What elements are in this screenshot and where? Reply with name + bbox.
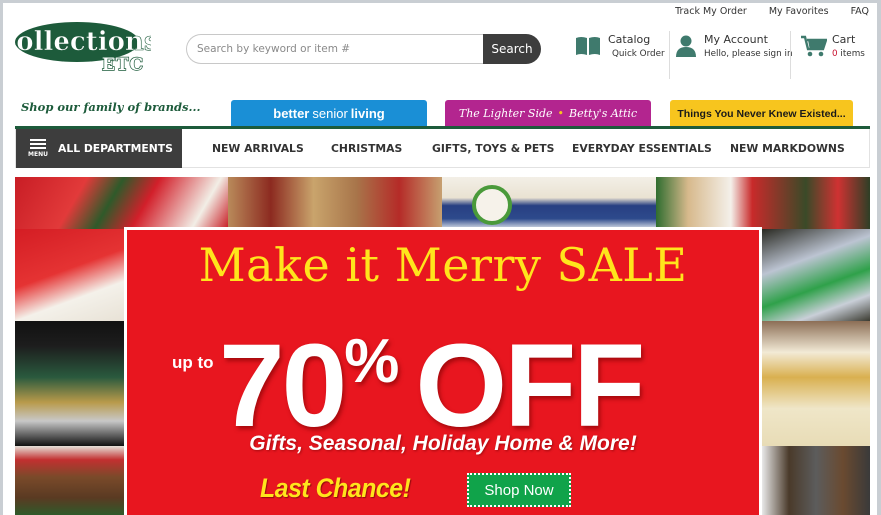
user-icon [676,35,696,57]
my-account[interactable]: My Account Hello, please sign in [676,33,793,61]
hero-banner[interactable]: Make it Merry SALE up to 70% OFF Gifts, S… [15,177,870,515]
promo-subline: Gifts, Seasonal, Holiday Home & More! [249,432,637,455]
penguin-photo [762,229,870,321]
catalog-subtitle: Quick Order [612,49,665,59]
brand-better-senior-living[interactable]: better senior living [231,100,427,127]
angel-photo [762,321,870,446]
brand-2-part2: Betty's Attic [569,107,638,120]
promo-up-to: up to [172,353,214,372]
santa-candycane-photo [656,177,870,229]
brand-things-you-never-knew[interactable]: Things You Never Knew Existed... [670,100,853,127]
nav-new-arrivals[interactable]: NEW ARRIVALS [212,142,304,155]
brand-2-part1: The Lighter Side [458,107,553,120]
cart-count-suffix: items [840,49,865,59]
all-departments-label: ALL DEPARTMENTS [57,141,173,155]
shop-now-button[interactable]: Shop Now [467,473,571,507]
brands-label: Shop our family of brands... [21,100,201,114]
nav-christmas[interactable]: CHRISTMAS [331,142,402,155]
poinsettia-white-photo [15,229,124,321]
utility-nav: Track My Order My Favorites FAQ [653,6,869,17]
promo-percent-sign: % [344,327,400,396]
cabin-photo [762,446,870,515]
site-logo[interactable]: Collections ETC [3,17,159,76]
account-title: My Account [704,33,768,46]
brand-2-separator: • [557,107,565,120]
promo-headline: Make it Merry SALE [198,238,688,292]
pinecone-photo [15,446,124,515]
menu-label: MENU [28,150,48,158]
catalog-quick-order[interactable]: Catalog Quick Order [575,33,665,61]
page: Track My Order My Favorites FAQ Collecti… [3,3,877,515]
search-button[interactable]: Search [483,34,541,64]
catalog-title: Catalog [608,33,651,46]
brand-lighter-side-bettys-attic[interactable]: The Lighter Side • Betty's Attic [445,100,651,127]
nav-new-markdowns[interactable]: NEW MARKDOWNS [730,142,845,155]
cart-title: Cart [832,33,856,46]
snowman-mug-photo [442,177,656,229]
train-photo [15,321,124,446]
divider [790,31,791,79]
logo-text-main: Collections [15,27,151,57]
logo-graphic: Collections ETC [3,22,159,76]
promo-panel: Make it Merry SALE up to 70% OFF Gifts, S… [124,227,762,515]
search-input[interactable] [186,34,483,64]
account-subtitle: Hello, please sign in [704,49,793,59]
brand-1-part3: living [350,106,385,121]
favorites-link[interactable]: My Favorites [769,6,829,17]
all-departments-button[interactable]: MENU ALL DEPARTMENTS [16,128,182,168]
nav-everyday-essentials[interactable]: EVERYDAY ESSENTIALS [572,142,712,155]
menu-icon: MENU [28,138,48,158]
brand-1-part1: better [273,106,310,121]
brand-1-part2: senior [312,106,348,121]
nav-gifts-toys-pets[interactable]: GIFTS, TOYS & PETS [432,142,554,155]
cart-icon [801,35,827,57]
cart-count: 0 [832,49,838,59]
search-bar: Search [186,34,541,64]
logo-text-sub: ETC [102,55,144,75]
divider [669,31,670,79]
faq-link[interactable]: FAQ [851,6,869,17]
book-icon [576,37,600,55]
burlap-bells-photo [228,177,442,229]
poinsettia-photo [15,177,228,229]
main-nav: MENU ALL DEPARTMENTS NEW ARRIVALS CHRIST… [15,128,870,168]
promo-last-chance: Last Chance! [260,473,411,503]
cart[interactable]: Cart 0 items [801,33,865,61]
track-order-link[interactable]: Track My Order [675,6,747,17]
